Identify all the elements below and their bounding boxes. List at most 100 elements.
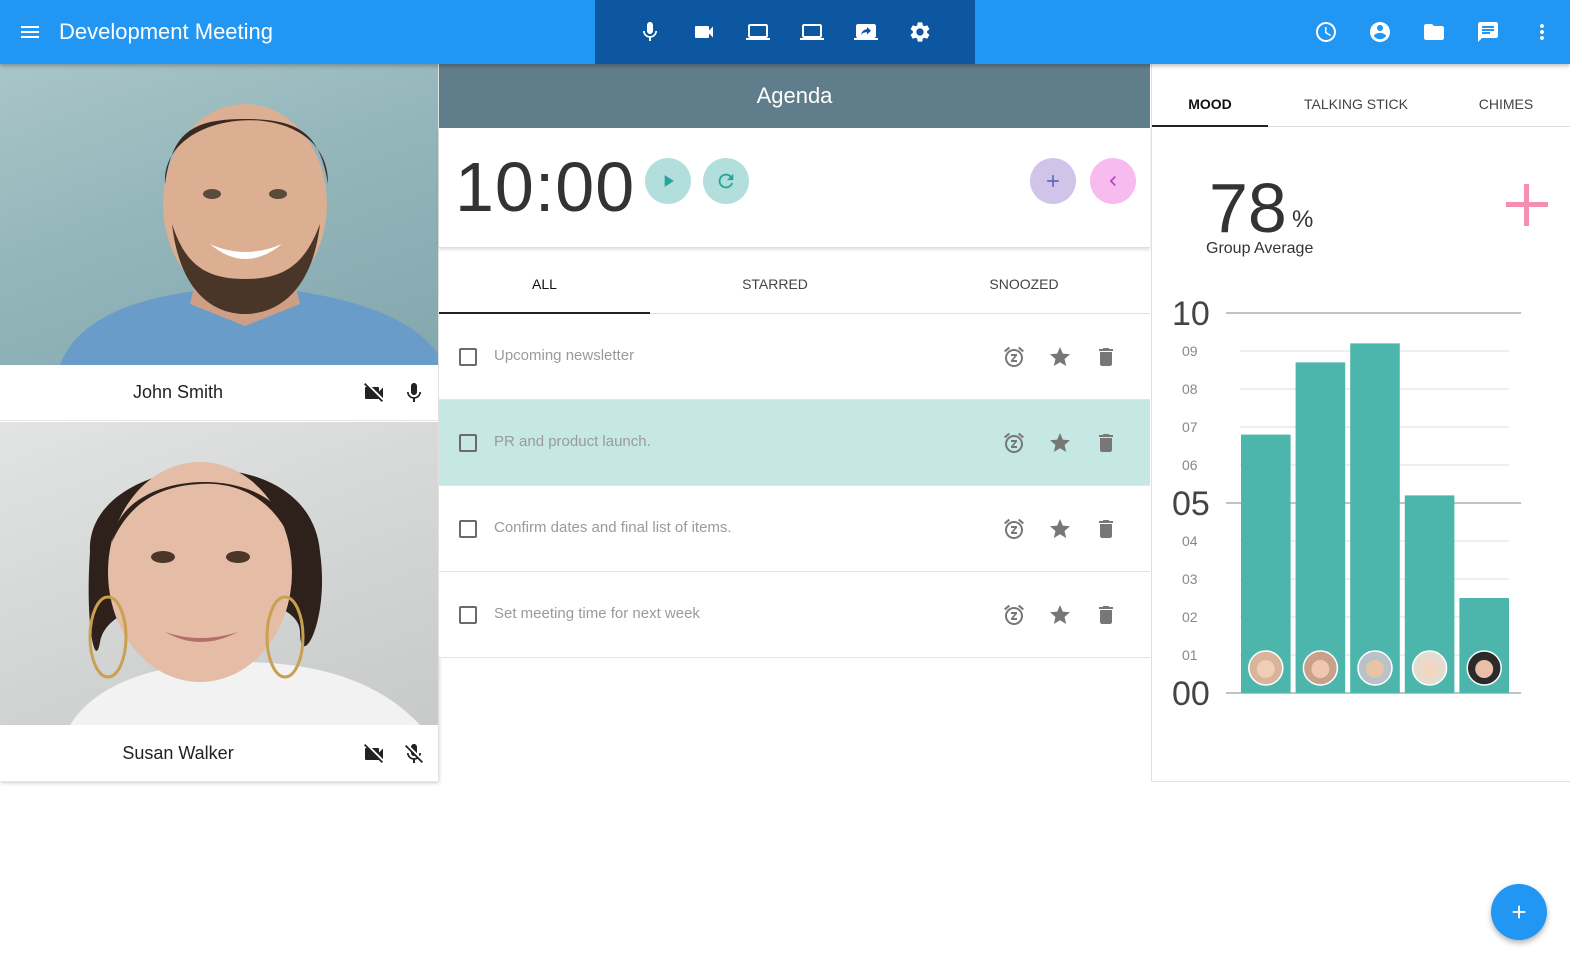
add-fab-button[interactable]: [1491, 884, 1547, 940]
tab-chimes[interactable]: CHIMES: [1458, 96, 1554, 112]
call-controls: [595, 0, 975, 64]
snooze-icon[interactable]: [1002, 345, 1026, 369]
tab-all[interactable]: ALL: [439, 276, 650, 292]
participant-tile[interactable]: John Smith: [0, 64, 438, 421]
group-average-unit: %: [1292, 206, 1314, 233]
participant-video: [0, 422, 438, 725]
play-button[interactable]: [645, 158, 691, 204]
y-tick-label: 02: [1182, 609, 1198, 625]
agenda-item-actions: [1002, 517, 1118, 541]
star-icon[interactable]: [1048, 431, 1072, 455]
history-icon[interactable]: [1314, 20, 1338, 44]
reset-timer-button[interactable]: [703, 158, 749, 204]
tab-talking-stick[interactable]: TALKING STICK: [1292, 96, 1420, 112]
agenda-item-checkbox[interactable]: [459, 434, 477, 452]
snooze-icon[interactable]: [1002, 431, 1026, 455]
agenda-item-actions: [1002, 603, 1118, 627]
y-tick-label: 07: [1182, 419, 1198, 435]
snooze-icon[interactable]: [1002, 517, 1026, 541]
participant-tile[interactable]: Susan Walker: [0, 422, 438, 782]
chevron-left-icon: [1103, 171, 1123, 191]
tab-mood[interactable]: MOOD: [1152, 96, 1268, 112]
videocam-icon[interactable]: [692, 20, 716, 44]
star-icon[interactable]: [1048, 517, 1072, 541]
videocam-off-icon[interactable]: [362, 742, 386, 766]
participant-name: John Smith: [132, 382, 224, 402]
participant-portrait: [70, 462, 420, 725]
agenda-item[interactable]: Set meeting time for next week: [439, 572, 1150, 658]
participant-name-row: Susan Walker: [0, 726, 438, 782]
star-icon[interactable]: [1048, 345, 1072, 369]
participant-controls: [362, 742, 426, 766]
collapse-button[interactable]: [1090, 158, 1136, 204]
laptop-icon[interactable]: [746, 20, 770, 44]
laptop-icon[interactable]: [800, 20, 824, 44]
agenda-item[interactable]: Confirm dates and final list of items.: [439, 486, 1150, 572]
participant-portrait: [60, 104, 438, 365]
more-vert-icon[interactable]: [1530, 20, 1554, 44]
participant-avatar-face: [1475, 660, 1494, 678]
chat-icon[interactable]: [1476, 20, 1500, 44]
add-icon: [1043, 171, 1063, 191]
y-tick-label: 05: [1172, 485, 1210, 523]
y-tick-label: 04: [1182, 533, 1198, 549]
tab-starred[interactable]: STARRED: [665, 276, 885, 292]
agenda-item-actions: [1002, 431, 1118, 455]
countdown-timer: 10:00: [455, 148, 636, 226]
mood-bar[interactable]: [1295, 362, 1346, 693]
participant-avatar-face: [1311, 660, 1330, 678]
y-tick-label: 06: [1182, 457, 1198, 473]
group-average-label: Group Average: [1206, 240, 1314, 257]
delete-icon[interactable]: [1094, 345, 1118, 369]
agenda-item-text: Confirm dates and final list of items.: [494, 519, 732, 536]
delete-icon[interactable]: [1094, 603, 1118, 627]
y-tick-label: 00: [1172, 675, 1210, 713]
menu-icon[interactable]: [18, 20, 42, 44]
snooze-icon[interactable]: [1002, 603, 1026, 627]
mic-icon[interactable]: [402, 381, 426, 405]
y-tick-label: 08: [1182, 381, 1198, 397]
timer-row: 10:00: [439, 128, 1150, 248]
app-title: Development Meeting: [59, 19, 274, 44]
agenda-item-checkbox[interactable]: [459, 606, 477, 624]
participant-avatar-face: [1366, 660, 1384, 678]
participant-controls: [362, 381, 426, 405]
agenda-title: Agenda: [439, 64, 1150, 128]
play-icon: [658, 171, 678, 191]
participant-name: Susan Walker: [122, 743, 234, 763]
participant-video: [0, 64, 438, 365]
screen-share-icon[interactable]: [854, 20, 878, 44]
mic-icon[interactable]: [638, 20, 662, 44]
add-mood-button[interactable]: [1506, 182, 1548, 228]
delete-icon[interactable]: [1094, 431, 1118, 455]
y-tick-label: 03: [1182, 571, 1198, 587]
agenda-item-text: PR and product launch.: [494, 433, 651, 450]
videocam-off-icon[interactable]: [362, 381, 386, 405]
participant-avatar-face: [1420, 660, 1439, 678]
agenda-item[interactable]: PR and product launch.: [439, 400, 1150, 486]
account-circle-icon[interactable]: [1368, 20, 1392, 44]
add-icon: [1508, 901, 1530, 923]
mic-off-icon[interactable]: [402, 742, 426, 766]
agenda-tabs: ALL STARRED SNOOZED: [439, 250, 1150, 314]
group-average-value: 78: [1209, 169, 1287, 247]
top-app-bar: Development Meeting: [0, 0, 1570, 64]
settings-icon[interactable]: [908, 20, 932, 44]
agenda-item-checkbox[interactable]: [459, 348, 477, 366]
y-tick-label: 10: [1172, 295, 1210, 333]
folder-icon[interactable]: [1422, 20, 1446, 44]
agenda-item-checkbox[interactable]: [459, 520, 477, 538]
active-tab-indicator: [1152, 125, 1268, 127]
mood-bar-chart: 00 01 02 03 04 05 06 07 08 09 10: [1172, 295, 1521, 713]
star-icon[interactable]: [1048, 603, 1072, 627]
refresh-icon: [715, 170, 737, 192]
delete-icon[interactable]: [1094, 517, 1118, 541]
add-agenda-item-button[interactable]: [1030, 158, 1076, 204]
participants-panel: John Smith Susan Walker: [0, 64, 438, 782]
participant-avatar-face: [1256, 660, 1275, 678]
add-icon: [1506, 182, 1548, 228]
mood-bar[interactable]: [1350, 343, 1400, 693]
agenda-item-text: Set meeting time for next week: [494, 605, 700, 622]
tab-snoozed[interactable]: SNOOZED: [899, 276, 1149, 292]
agenda-item[interactable]: Upcoming newsletter: [439, 314, 1150, 400]
